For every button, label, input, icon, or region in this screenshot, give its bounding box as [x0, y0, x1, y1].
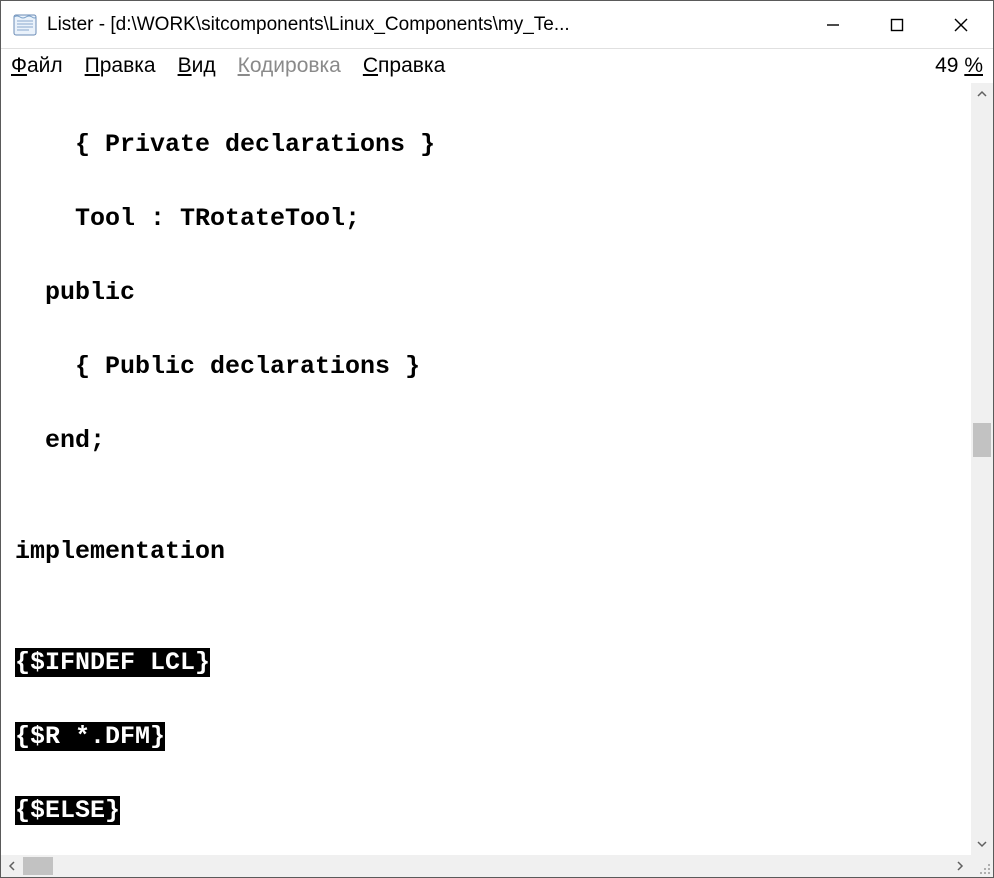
code-line: Tool : TRotateTool; — [15, 200, 971, 237]
window-controls — [801, 1, 993, 48]
code-line: implementation — [15, 533, 971, 570]
scroll-right-arrow-icon[interactable] — [949, 855, 971, 877]
code-line: { Private declarations } — [15, 126, 971, 163]
horizontal-scrollbar[interactable] — [1, 855, 993, 877]
scroll-up-arrow-icon[interactable] — [971, 83, 993, 105]
code-line: end; — [15, 422, 971, 459]
vertical-scrollbar[interactable] — [971, 83, 993, 855]
code-line: {$ELSE} — [15, 792, 971, 829]
menu-encoding[interactable]: Кодировка — [238, 54, 341, 78]
code-line: {$R *.DFM} — [15, 718, 971, 755]
maximize-button[interactable] — [865, 1, 929, 48]
close-button[interactable] — [929, 1, 993, 48]
scroll-down-arrow-icon[interactable] — [971, 833, 993, 855]
window-title: Lister - [d:\WORK\sitcomponents\Linux_Co… — [47, 14, 801, 36]
code-line: {$IFNDEF LCL} — [15, 644, 971, 681]
scroll-percent: 49 % — [935, 54, 983, 78]
menu-help[interactable]: Справка — [363, 54, 445, 78]
menu-file[interactable]: Файл — [11, 54, 63, 78]
app-icon — [11, 11, 39, 39]
code-line: { Public declarations } — [15, 348, 971, 385]
resize-grip-icon[interactable] — [971, 855, 993, 877]
code-view[interactable]: { Private declarations } Tool : TRotateT… — [1, 83, 971, 855]
horizontal-scroll-thumb[interactable] — [23, 857, 53, 875]
vertical-scroll-thumb[interactable] — [973, 423, 991, 457]
minimize-button[interactable] — [801, 1, 865, 48]
horizontal-scroll-track[interactable] — [23, 855, 949, 877]
content-wrap: { Private declarations } Tool : TRotateT… — [1, 83, 993, 855]
menubar: Файл Правка Вид Кодировка Справка 49 % — [1, 49, 993, 83]
menu-edit[interactable]: Правка — [85, 54, 156, 78]
window: Lister - [d:\WORK\sitcomponents\Linux_Co… — [0, 0, 994, 878]
menu-view[interactable]: Вид — [178, 54, 216, 78]
titlebar[interactable]: Lister - [d:\WORK\sitcomponents\Linux_Co… — [1, 1, 993, 49]
scroll-left-arrow-icon[interactable] — [1, 855, 23, 877]
code-line: public — [15, 274, 971, 311]
